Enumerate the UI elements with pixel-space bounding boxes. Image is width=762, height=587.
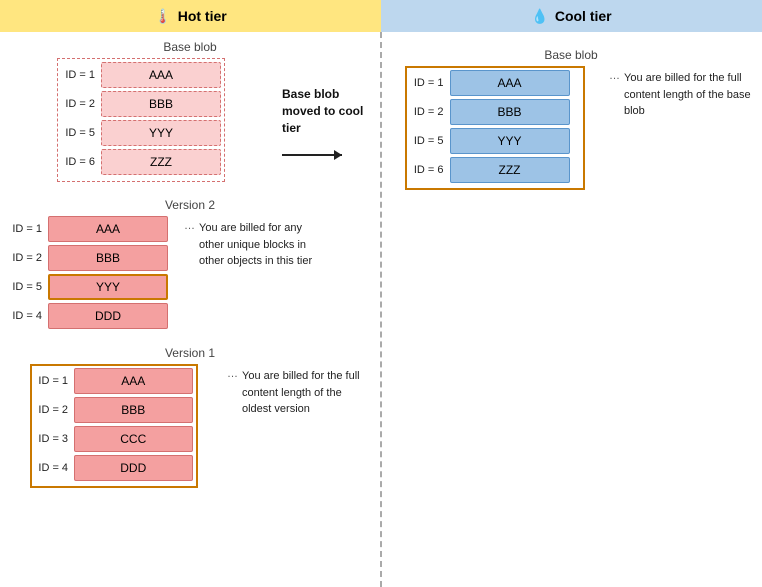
row-id: ID = 5 [410, 135, 450, 147]
row-id: ID = 4 [35, 462, 75, 474]
hot-icon: 🌡️ [154, 8, 171, 25]
annotation-dots: … [227, 368, 238, 380]
row-id: ID = 6 [410, 164, 450, 176]
vertical-divider [380, 32, 382, 587]
cool-base-blob-title: Base blob [388, 48, 754, 62]
table-row: ID = 2 BBB [8, 245, 176, 271]
cell-ddd: DDD [74, 455, 192, 481]
cool-base-blob-box: ID = 1 AAA ID = 2 BBB ID = 5 YYY ID = [405, 66, 585, 190]
table-row: ID = 4 DDD [35, 455, 193, 481]
hot-tier-label: Hot tier [178, 8, 227, 24]
cool-base-annotation: You are billed for the full content leng… [624, 70, 754, 120]
hot-base-blob-box: ID = 1 AAA ID = 2 BBB ID = 5 YYY ID = [57, 58, 225, 182]
version2-box: ID = 1 AAA ID = 2 BBB ID = 5 YYY ID = [8, 216, 176, 332]
version1-annotation: You are billed for the full content leng… [242, 368, 372, 418]
move-arrow-area: Base blob moved to cool tier [282, 58, 372, 156]
hot-base-blob-title: Base blob [8, 40, 372, 54]
table-row: ID = 1 AAA [410, 70, 580, 96]
row-id: ID = 2 [61, 98, 101, 110]
table-row: ID = 5 YYY [61, 120, 221, 146]
hot-tier-header: 🌡️ Hot tier [0, 0, 381, 32]
row-id: ID = 6 [61, 156, 101, 168]
header-bar: 🌡️ Hot tier 💧 Cool tier [0, 0, 762, 32]
row-id: ID = 1 [35, 375, 75, 387]
table-row: ID = 5 YYY [410, 128, 580, 154]
move-arrow [282, 154, 342, 156]
table-row: ID = 1 AAA [8, 216, 176, 242]
table-row: ID = 2 BBB [35, 397, 193, 423]
cell-bbb: BBB [48, 245, 168, 271]
table-row: ID = 1 AAA [61, 62, 221, 88]
row-id: ID = 1 [8, 223, 48, 235]
cool-base-annotation-area: … You are billed for the full content le… [609, 66, 754, 120]
cell-yyy: YYY [101, 120, 221, 146]
version1-box: ID = 1 AAA ID = 2 BBB ID = 3 CCC ID = [30, 364, 198, 488]
move-label: Base blob moved to cool tier [282, 86, 372, 136]
row-id: ID = 5 [8, 281, 48, 293]
table-row: ID = 4 DDD [8, 303, 176, 329]
cell-aaa: AAA [101, 62, 221, 88]
cell-yyy: YYY [450, 128, 570, 154]
cell-zzz: ZZZ [101, 149, 221, 175]
table-row: ID = 1 AAA [35, 368, 193, 394]
table-row: ID = 2 BBB [61, 91, 221, 117]
row-id: ID = 2 [410, 106, 450, 118]
row-id: ID = 5 [61, 127, 101, 139]
cell-bbb: BBB [101, 91, 221, 117]
row-id: ID = 4 [8, 310, 48, 322]
version1-section: Version 1 ID = 1 AAA ID = 2 BBB ID = 3 [8, 346, 372, 488]
cool-base-blob-section: Base blob ID = 1 AAA ID = 2 BBB ID = 5 [388, 48, 754, 190]
row-id: ID = 3 [35, 433, 75, 445]
cell-aaa: AAA [450, 70, 570, 96]
table-row: ID = 3 CCC [35, 426, 193, 452]
cell-zzz: ZZZ [450, 157, 570, 183]
table-row: ID = 6 ZZZ [61, 149, 221, 175]
row-id: ID = 2 [8, 252, 48, 264]
version2-annotation-area: … You are billed for any other unique bl… [184, 216, 329, 270]
cool-icon: 💧 [531, 8, 548, 25]
cool-tier-header: 💧 Cool tier [381, 0, 762, 32]
cell-ccc: CCC [74, 426, 192, 452]
version1-title: Version 1 [8, 346, 372, 360]
table-row: ID = 5 YYY [8, 274, 176, 300]
cell-bbb: BBB [74, 397, 192, 423]
version1-annotation-area: … You are billed for the full content le… [227, 364, 372, 418]
row-id: ID = 2 [35, 404, 75, 416]
hot-tier-panel: Base blob ID = 1 AAA ID = 2 BBB I [0, 32, 380, 488]
row-id: ID = 1 [61, 69, 101, 81]
hot-base-blob-section: Base blob ID = 1 AAA ID = 2 BBB I [8, 40, 372, 182]
version2-section: Version 2 ID = 1 AAA ID = 2 BBB ID = 5 [8, 198, 372, 332]
cell-yyy-highlighted: YYY [48, 274, 168, 300]
row-id: ID = 1 [410, 77, 450, 89]
cell-ddd: DDD [48, 303, 168, 329]
version2-title: Version 2 [8, 198, 372, 212]
cool-tier-label: Cool tier [555, 8, 612, 24]
cool-tier-panel: Base blob ID = 1 AAA ID = 2 BBB ID = 5 [380, 32, 762, 488]
content-area: Base blob ID = 1 AAA ID = 2 BBB I [0, 32, 762, 488]
annotation-dots: … [609, 70, 620, 82]
diagram-container: 🌡️ Hot tier 💧 Cool tier Base blob ID = 1… [0, 0, 762, 555]
version2-annotation: You are billed for any other unique bloc… [199, 220, 329, 270]
cell-aaa: AAA [74, 368, 192, 394]
table-row: ID = 6 ZZZ [410, 157, 580, 183]
cell-aaa: AAA [48, 216, 168, 242]
annotation-dots: … [184, 220, 195, 232]
table-row: ID = 2 BBB [410, 99, 580, 125]
cell-bbb: BBB [450, 99, 570, 125]
